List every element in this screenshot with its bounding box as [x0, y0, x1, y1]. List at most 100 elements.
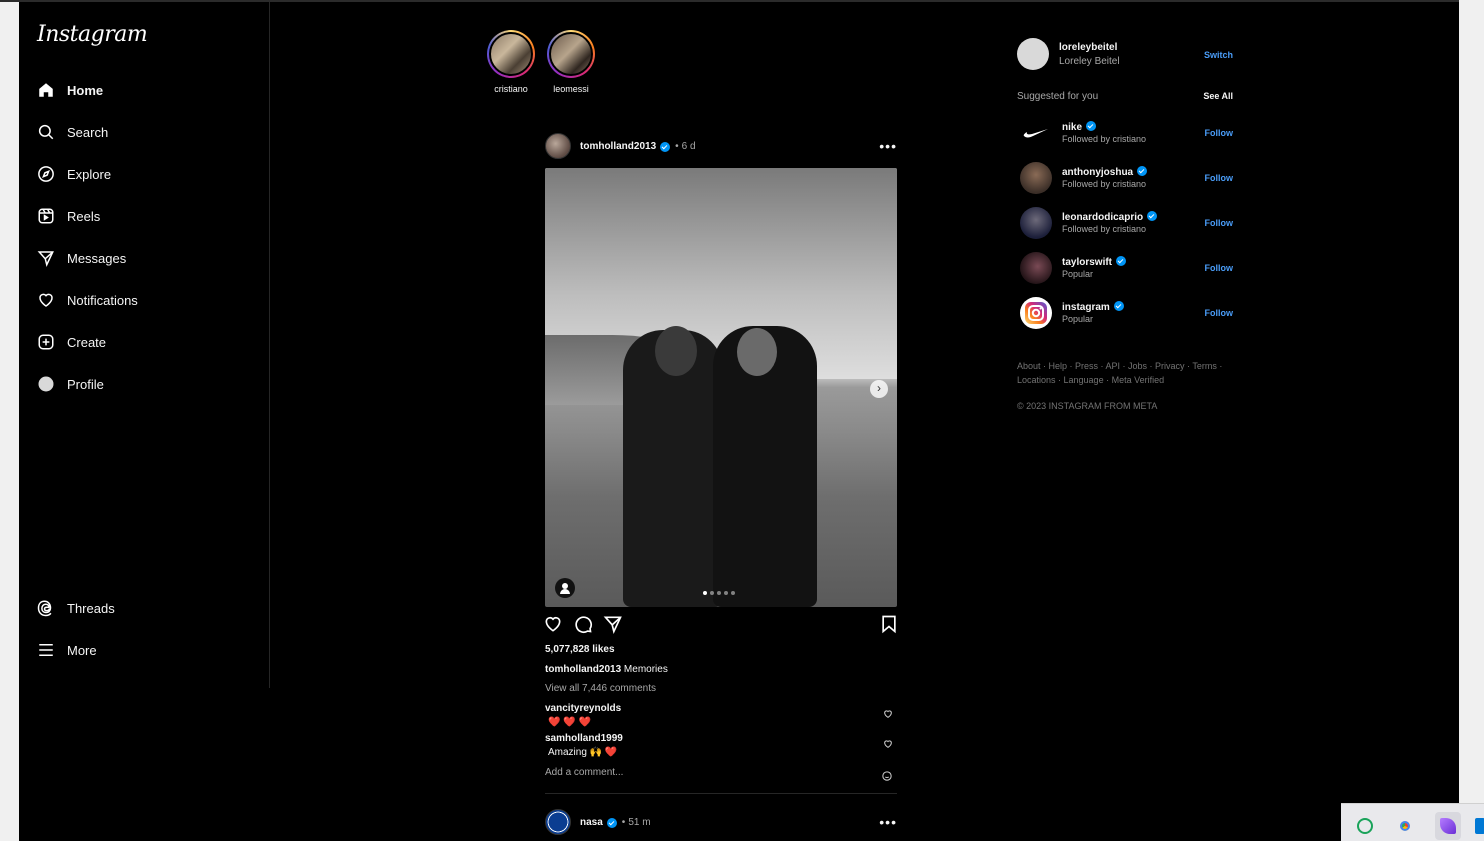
follow-button[interactable]: Follow: [1205, 173, 1234, 183]
story-username: leomessi: [553, 84, 589, 94]
carousel-dot: [717, 591, 721, 595]
plus-square-icon: [37, 333, 55, 351]
suggestion-username-text[interactable]: instagram: [1062, 302, 1110, 313]
suggestion-username-text[interactable]: taylorswift: [1062, 257, 1112, 268]
carousel-next-icon[interactable]: ›: [870, 380, 888, 398]
post-header: tomholland2013 • 6 d •••: [545, 132, 897, 160]
comment-username[interactable]: vancityreynolds: [545, 703, 897, 714]
post-image[interactable]: ›: [545, 168, 897, 607]
suggestion-subtitle: Popular: [1062, 269, 1094, 279]
follow-button[interactable]: Follow: [1205, 218, 1234, 228]
follow-button[interactable]: Follow: [1205, 128, 1234, 138]
sidebar-item-profile[interactable]: Profile: [37, 369, 104, 399]
system-taskbar: [1341, 803, 1484, 841]
post-actions: [545, 614, 897, 638]
comment-text: Amazing 🙌 ❤️: [548, 747, 618, 758]
compass-icon: [37, 165, 55, 183]
taskbar-app-icon[interactable]: [1475, 818, 1484, 834]
sidebar-item-label: Profile: [67, 376, 104, 392]
footer-links-line[interactable]: About · Help · Press · API · Jobs · Priv…: [1017, 359, 1227, 373]
story-avatar-ring[interactable]: [547, 30, 595, 78]
switch-account-button[interactable]: Switch: [1204, 50, 1233, 60]
save-bookmark-icon[interactable]: [879, 614, 899, 634]
instagram-logo-avatar[interactable]: [1020, 297, 1052, 329]
caption-text: Memories: [623, 664, 668, 675]
copyright-text: © 2023 INSTAGRAM FROM META: [1017, 401, 1158, 411]
post-author-username[interactable]: nasa: [580, 817, 603, 828]
sidebar: Instagram Home Search Explore Reels Mess…: [19, 2, 270, 688]
emoji-icon[interactable]: [882, 768, 892, 781]
sidebar-item-messages[interactable]: Messages: [37, 243, 126, 273]
desktop-background: [1459, 0, 1484, 841]
account-username[interactable]: loreleybeitel: [1059, 42, 1117, 53]
comment-bubble-icon[interactable]: [573, 614, 593, 634]
comment-username[interactable]: samholland1999: [545, 733, 897, 744]
suggestion-avatar[interactable]: [1020, 252, 1052, 284]
footer-links-line[interactable]: Locations · Language · Meta Verified: [1017, 373, 1227, 387]
comment-item: vancityreynolds ❤️ ❤️ ❤️: [545, 703, 897, 728]
post-author-avatar[interactable]: [545, 133, 571, 159]
suggestion-item: taylorswift Popular Follow: [1017, 251, 1233, 287]
suggestion-avatar[interactable]: [1020, 162, 1052, 194]
footer-links: About · Help · Press · API · Jobs · Priv…: [1017, 359, 1227, 387]
instagram-window: Instagram Home Search Explore Reels Mess…: [19, 2, 1459, 841]
post-author-username[interactable]: tomholland2013: [580, 141, 656, 152]
carousel-dot: [703, 591, 707, 595]
sidebar-item-explore[interactable]: Explore: [37, 159, 111, 189]
see-all-link[interactable]: See All: [1203, 91, 1233, 101]
tagged-user-icon[interactable]: [555, 578, 575, 598]
more-options-icon[interactable]: •••: [879, 138, 897, 154]
like-heart-icon[interactable]: [543, 614, 563, 634]
paper-plane-icon: [37, 249, 55, 267]
suggestion-username-text[interactable]: leonardodicaprio: [1062, 212, 1143, 223]
reels-icon: [37, 207, 55, 225]
suggestion-username-text[interactable]: nike: [1062, 122, 1082, 133]
suggestion-username: anthonyjoshua: [1062, 165, 1148, 178]
sidebar-item-label: Reels: [67, 208, 101, 224]
story-username: cristiano: [494, 84, 528, 94]
verified-badge-icon: [1137, 166, 1148, 176]
follow-button[interactable]: Follow: [1205, 263, 1234, 273]
sidebar-item-label: More: [67, 642, 97, 658]
suggestion-subtitle: Followed by cristiano: [1062, 224, 1147, 234]
sidebar-item-create[interactable]: Create: [37, 327, 106, 357]
taskbar-app-icon[interactable]: [1357, 818, 1373, 834]
suggestion-username-text[interactable]: anthonyjoshua: [1062, 167, 1133, 178]
account-avatar[interactable]: [1017, 38, 1049, 70]
chrome-icon[interactable]: [1397, 818, 1413, 834]
comment-like-heart-icon[interactable]: [883, 739, 893, 749]
more-options-icon[interactable]: •••: [879, 814, 897, 830]
share-paper-plane-icon[interactable]: [603, 614, 623, 634]
sidebar-item-more[interactable]: More: [37, 635, 97, 665]
post-caption: tomholland2013 Memories: [545, 664, 668, 675]
add-comment-input[interactable]: Add a comment...: [545, 767, 897, 778]
suggestion-item: instagram Popular Follow: [1017, 296, 1233, 332]
suggestion-subtitle: Followed by cristiano: [1062, 134, 1147, 144]
sidebar-item-home[interactable]: Home: [37, 75, 103, 105]
sidebar-item-threads[interactable]: Threads: [37, 593, 115, 623]
instagram-logo[interactable]: Instagram: [37, 22, 148, 47]
hamburger-menu-icon: [37, 641, 55, 659]
threads-icon: [37, 599, 55, 617]
story-item[interactable]: cristiano: [481, 30, 541, 94]
caption-username[interactable]: tomholland2013: [545, 664, 621, 675]
carousel-dot: [710, 591, 714, 595]
suggestion-avatar[interactable]: [1020, 207, 1052, 239]
sidebar-item-label: Notifications: [67, 292, 138, 308]
sidebar-item-label: Home: [67, 82, 104, 98]
story-item[interactable]: leomessi: [541, 30, 601, 94]
suggestion-username: nike: [1062, 120, 1097, 133]
sidebar-item-notifications[interactable]: Notifications: [37, 285, 138, 315]
carousel-dot: [724, 591, 728, 595]
comment-like-heart-icon[interactable]: [883, 709, 893, 719]
likes-count[interactable]: 5,077,828 likes: [545, 644, 615, 655]
sidebar-item-search[interactable]: Search: [37, 117, 108, 147]
story-avatar-ring[interactable]: [487, 30, 535, 78]
search-icon: [37, 123, 55, 141]
follow-button[interactable]: Follow: [1205, 308, 1234, 318]
view-all-comments-link[interactable]: View all 7,446 comments: [545, 683, 656, 694]
sidebar-item-reels[interactable]: Reels: [37, 201, 100, 231]
post-author-avatar[interactable]: [545, 809, 571, 835]
verified-badge-icon: [1113, 301, 1124, 311]
nike-swoosh-avatar[interactable]: [1020, 117, 1052, 149]
